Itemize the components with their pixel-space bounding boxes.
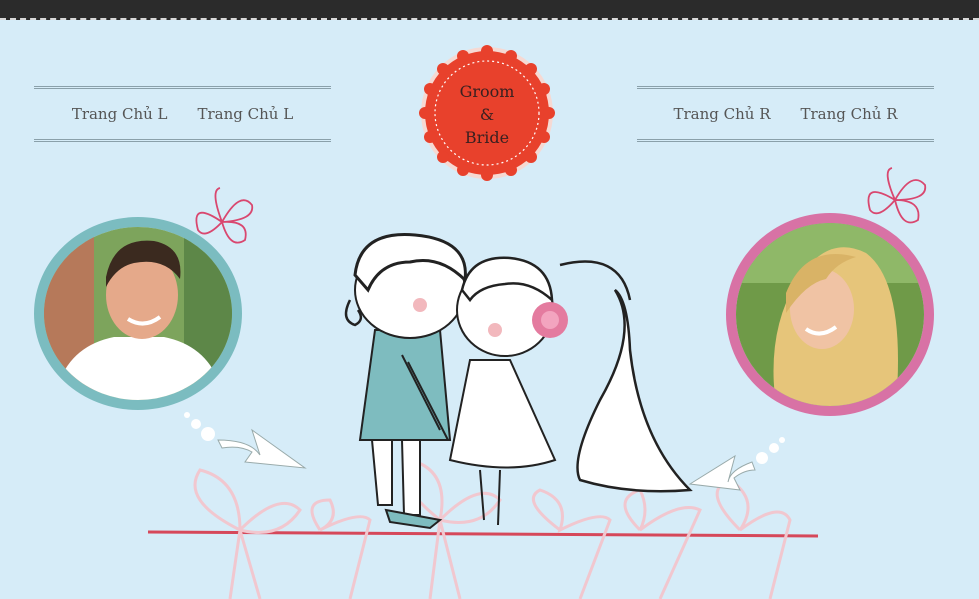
arrow-icon <box>688 437 785 491</box>
bride-figure <box>448 256 693 526</box>
butterfly-icon <box>867 167 927 224</box>
groom-figure <box>344 233 467 530</box>
butterfly-icon <box>195 187 254 244</box>
arrow-icon <box>184 412 307 469</box>
illustration-layer <box>147 167 927 599</box>
